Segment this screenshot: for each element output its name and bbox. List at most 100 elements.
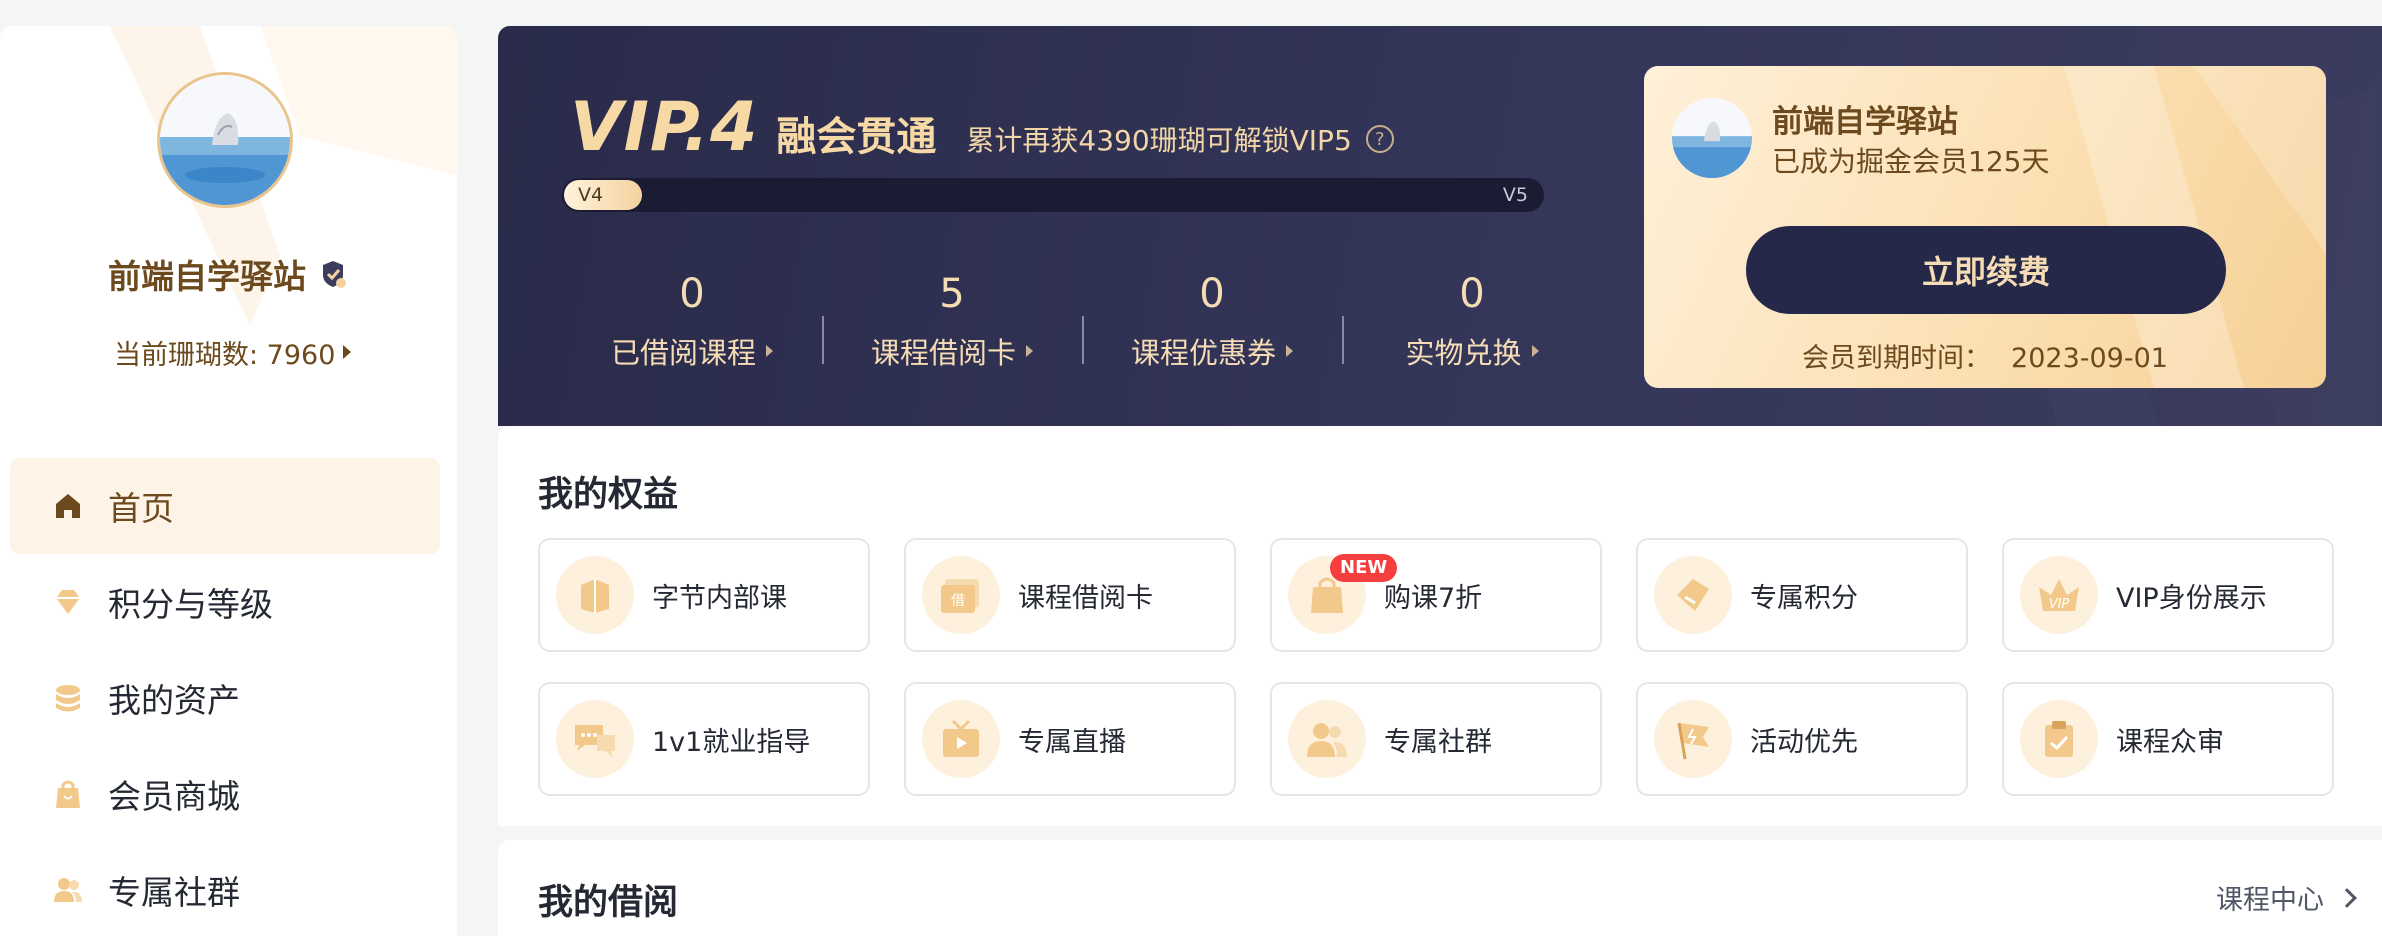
benefits-grid: 字节内部课 借 课程借阅卡 NEW 购课7折 专属积分 VIP VIP身份展示 … [538,538,2382,826]
sidebar-item-assets[interactable]: 我的资产 [10,650,440,746]
benefit-label: 课程借阅卡 [1018,582,1153,614]
benefit-vip-display[interactable]: VIP VIP身份展示 [2002,538,2334,652]
shopping-bag-icon [56,780,80,808]
course-center-link[interactable]: 课程中心 [2216,878,2357,917]
book-icon [556,556,634,634]
vip-upgrade-tip-text: 累计再获4390珊瑚可解锁VIP5 [966,124,1352,157]
arrow-right-icon [1026,345,1033,357]
arrow-right-icon [1286,345,1293,357]
username: 前端自学驿站 [108,250,348,298]
stat-value: 0 [1199,271,1225,317]
expire-date: 2023-09-01 [2011,343,2168,374]
benefit-label: VIP身份展示 [2116,582,2267,614]
verified-badge-icon [323,261,346,288]
new-badge: NEW [1330,554,1398,582]
chevron-right-icon [2337,887,2357,908]
stat-borrowed-courses[interactable]: 0 已借阅课程 [562,266,822,386]
help-icon[interactable]: ? [1365,125,1394,153]
benefit-career-coaching[interactable]: 1v1就业指导 [538,682,870,796]
benefit-exclusive-community[interactable]: 专属社群 [1270,682,1602,796]
crown-icon: VIP [2020,556,2098,634]
benefit-course-review[interactable]: 课程众审 [2002,682,2334,796]
vip-level-name: 融会贯通 [776,114,937,160]
stat-label: 课程借阅卡 [822,330,1082,372]
member-days: 已成为掘金会员125天 [1772,145,2050,178]
progress-start-label: V4 [578,184,604,206]
stat-borrow-cards[interactable]: 5 课程借阅卡 [822,266,1082,386]
arrow-right-icon [343,345,352,359]
clipboard-icon [2020,700,2098,778]
benefit-label: 活动优先 [1750,726,1858,758]
vip-level: VIP.4 [570,88,759,167]
benefit-event-priority[interactable]: 活动优先 [1636,682,1968,796]
username-text[interactable]: 前端自学驿站 [108,250,306,298]
vip-stats: 0 已借阅课程 5 课程借阅卡 0 课程优惠券 0 实物兑换 [562,266,1602,386]
benefits-row: 1v1就业指导 专属直播 专属社群 活动优先 课程众审 [538,682,2382,796]
home-icon [56,494,80,518]
progress-end-label: V5 [1502,184,1528,206]
borrow-section: 我的借阅 课程中心 [498,840,2382,936]
vip-title: VIP.4 融会贯通 累计再获4390珊瑚可解锁VIP5 ? [570,88,1394,168]
stat-label-text: 实物兑换 [1405,336,1522,370]
stat-coupons[interactable]: 0 课程优惠券 [1082,266,1342,386]
arrow-right-icon [1531,345,1539,357]
sidebar-item-label: 会员商城 [108,777,240,816]
member-name: 前端自学驿站 [1772,104,1958,140]
stat-label: 课程优惠券 [1082,330,1342,372]
benefits-row: 字节内部课 借 课程借阅卡 NEW 购课7折 专属积分 VIP VIP身份展示 [538,538,2382,652]
benefit-course-discount[interactable]: NEW 购课7折 [1270,538,1602,652]
coral-points-text: 当前珊瑚数: 7960 [114,339,336,371]
stat-value: 0 [1459,271,1485,317]
benefit-borrow-card[interactable]: 借 课程借阅卡 [904,538,1236,652]
stat-label: 实物兑换 [1342,330,1602,372]
member-avatar [1672,98,1752,178]
benefit-label: 专属直播 [1018,726,1126,758]
benefit-label: 字节内部课 [652,582,787,614]
benefit-live-stream[interactable]: 专属直播 [904,682,1236,796]
benefit-label: 1v1就业指导 [652,726,811,758]
course-center-label: 课程中心 [2216,885,2324,916]
sidebar-item-points-level[interactable]: 积分与等级 [10,554,440,650]
chat-icon [556,700,634,778]
borrow-title: 我的借阅 [538,883,679,923]
benefit-internal-course[interactable]: 字节内部课 [538,538,870,652]
points-icon [1654,556,1732,634]
diamond-icon [56,590,80,614]
vip-upgrade-tip: 累计再获4390珊瑚可解锁VIP5 ? [966,119,1394,159]
stat-label: 已借阅课程 [562,330,822,372]
sidebar-item-label: 首页 [108,489,174,528]
sidebar-item-member-store[interactable]: 会员商城 [10,746,440,842]
stat-label-text: 课程优惠券 [1130,336,1276,370]
stat-label-text: 已借阅课程 [610,336,756,370]
svg-text:VIP: VIP [2049,597,2070,612]
sidebar-nav: 首页 积分与等级 我的资产 会员商城 专属社群 [10,458,440,936]
sidebar: 前端自学驿站 当前珊瑚数: 7960 首页 积分与等级 我的资产 会员商城 专属… [0,26,457,936]
avatar-image [160,75,290,205]
stat-redemptions[interactable]: 0 实物兑换 [1342,266,1602,386]
avatar[interactable] [157,72,293,208]
stat-value: 5 [939,271,965,317]
users-icon [1288,700,1366,778]
benefit-label: 课程众审 [2116,726,2224,758]
flag-icon [1654,700,1732,778]
sidebar-item-community[interactable]: 专属社群 [10,842,440,936]
member-card: 前端自学驿站 已成为掘金会员125天 立即续费 会员到期时间： 2023-09-0… [1644,66,2326,388]
sidebar-item-label: 积分与等级 [108,585,273,624]
stat-label-text: 课程借阅卡 [870,336,1016,370]
benefits-title: 我的权益 [538,475,679,515]
sidebar-item-label: 专属社群 [108,873,240,912]
sidebar-item-home[interactable]: 首页 [10,458,440,554]
benefit-exclusive-points[interactable]: 专属积分 [1636,538,1968,652]
avatar-image [1672,98,1752,178]
stat-value: 0 [679,271,705,317]
member-expire: 会员到期时间： 2023-09-01 [1644,336,2326,375]
renew-button[interactable]: 立即续费 [1746,226,2226,314]
borrow-card-icon: 借 [922,556,1000,634]
benefit-label: 专属社群 [1384,726,1492,758]
coins-icon [56,685,80,712]
coral-points[interactable]: 当前珊瑚数: 7960 [114,332,352,372]
benefits-section: 我的权益 字节内部课 借 课程借阅卡 NEW 购课7折 专属积分 VIP VIP… [498,426,2382,826]
vip-banner: VIP.4 融会贯通 累计再获4390珊瑚可解锁VIP5 ? V4 V5 0 已… [498,26,2382,426]
users-icon [54,878,82,902]
benefit-label: 专属积分 [1750,582,1858,614]
